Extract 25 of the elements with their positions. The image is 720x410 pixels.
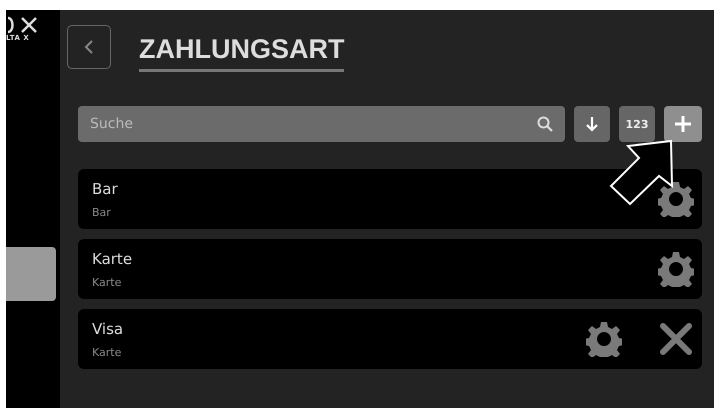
list-item[interactable]: Visa Karte [78,309,702,369]
plus-icon [674,115,692,133]
list-item[interactable]: Karte Karte [78,239,702,299]
down-arrow-icon [585,116,599,132]
item-subtitle: Bar [92,206,112,218]
list-item[interactable]: Bar Bar [78,169,702,229]
pointer-arrow [610,140,674,206]
item-title: Bar [92,180,118,198]
close-icon[interactable] [658,321,694,357]
item-title: Visa [92,320,124,338]
logo-icon [6,16,40,34]
number-button[interactable]: 123 [619,106,655,142]
page-title: ZAHLUNGSART [139,34,344,72]
settings-icon[interactable] [658,251,694,287]
item-title: Karte [92,250,132,268]
search-icon [537,116,553,132]
item-subtitle: Karte [92,346,122,358]
item-subtitle: Karte [92,276,122,288]
settings-icon[interactable] [658,181,694,217]
back-button[interactable] [67,25,111,69]
chevron-left-icon [83,38,95,56]
add-button[interactable] [664,106,702,142]
sort-button[interactable] [574,106,610,142]
search-field[interactable]: Suche [78,106,565,142]
settings-icon[interactable] [586,321,622,357]
